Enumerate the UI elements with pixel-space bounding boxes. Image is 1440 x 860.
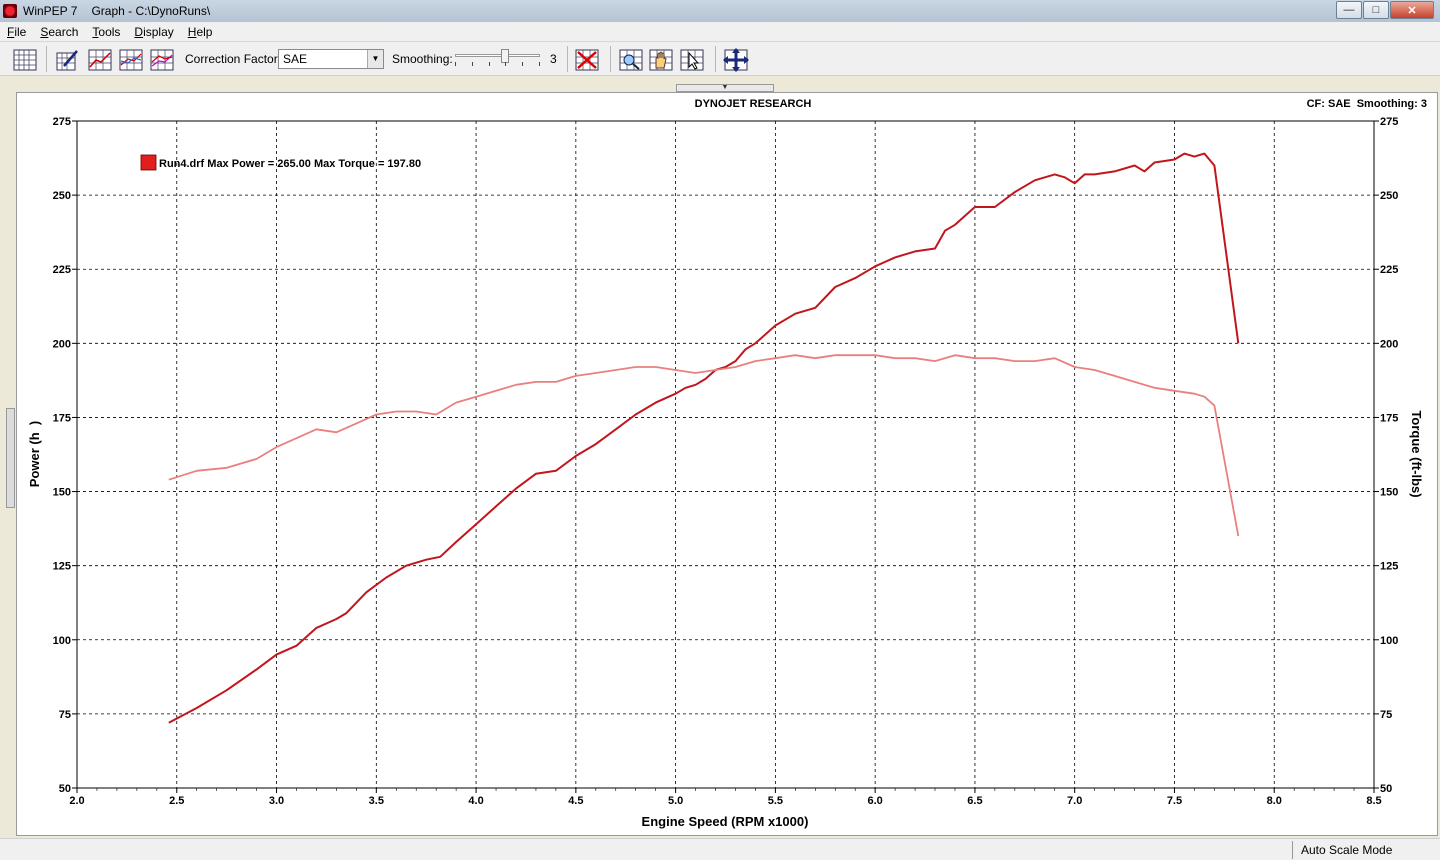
x-tick-label: 6.0	[868, 795, 883, 807]
x-tick-label: 8.0	[1267, 795, 1282, 807]
y2-axis-label: Torque (ft-lbs)	[1409, 410, 1424, 497]
y2-tick-label: 225	[1380, 264, 1398, 276]
y-tick-label: 175	[53, 412, 71, 424]
y2-tick-label: 150	[1380, 487, 1398, 499]
menu-tools[interactable]: Tools	[85, 25, 127, 39]
y2-tick-label: 175	[1380, 412, 1398, 424]
x-tick-label: 5.5	[768, 795, 783, 807]
y2-tick-label: 125	[1380, 561, 1398, 573]
x-tick-label: 3.0	[269, 795, 284, 807]
x-tick-label: 8.5	[1366, 795, 1381, 807]
graph-edit-icon[interactable]	[55, 47, 81, 73]
minimize-button[interactable]: —	[1336, 1, 1362, 19]
status-mode: Auto Scale Mode	[1292, 841, 1440, 859]
status-bar: Auto Scale Mode	[0, 838, 1440, 860]
x-tick-label: 2.5	[169, 795, 184, 807]
collapse-toolbar-tab[interactable]: ▼	[676, 84, 774, 92]
left-panel-tab[interactable]	[6, 408, 15, 508]
y-axis-label: Power (h )	[27, 421, 42, 487]
app-icon	[3, 4, 17, 18]
y2-tick-label: 75	[1380, 709, 1392, 721]
zoom-icon[interactable]	[618, 47, 644, 73]
x-tick-label: 3.5	[369, 795, 384, 807]
y-tick-label: 250	[53, 190, 71, 202]
app-name: WinPEP 7	[23, 4, 78, 18]
y-tick-label: 150	[53, 487, 71, 499]
y-tick-label: 100	[53, 635, 71, 647]
y2-tick-label: 50	[1380, 783, 1392, 795]
graph-panel: DYNOJET RESEARCH CF: SAE Smoothing: 3 2.…	[16, 92, 1438, 836]
legend-text: Run4.drf Max Power = 265.00 Max Torque =…	[159, 158, 421, 170]
correction-factor-select[interactable]: SAE ▼	[278, 49, 384, 69]
x-tick-label: 2.0	[69, 795, 84, 807]
cursor-icon[interactable]	[679, 47, 705, 73]
y2-tick-label: 200	[1380, 338, 1398, 350]
y-tick-label: 125	[53, 561, 71, 573]
x-tick-label: 7.5	[1167, 795, 1182, 807]
grid-icon[interactable]	[12, 47, 38, 73]
window-title: Graph - C:\DynoRuns\	[91, 4, 211, 18]
smoothing-label: Smoothing:	[392, 52, 453, 66]
x-tick-label: 7.0	[1067, 795, 1082, 807]
x-tick-label: 4.0	[468, 795, 483, 807]
x-tick-label: 4.5	[568, 795, 583, 807]
menu-bar: File Search Tools Display Help	[0, 22, 1440, 42]
y-tick-label: 225	[53, 264, 71, 276]
menu-file[interactable]: File	[0, 25, 33, 39]
legend-swatch	[140, 154, 157, 171]
y2-tick-label: 100	[1380, 635, 1398, 647]
slider-thumb[interactable]	[501, 49, 510, 63]
cf-smoothing-status: CF: SAE Smoothing: 3	[1307, 98, 1427, 110]
menu-search[interactable]: Search	[33, 25, 85, 39]
plot-frame	[76, 120, 1375, 789]
x-tick-label: 5.0	[668, 795, 683, 807]
title-bar: WinPEP 7 Graph - C:\DynoRuns\ — □ ✕	[0, 0, 1440, 22]
x-tick-label: 6.5	[967, 795, 982, 807]
graph-multi-icon[interactable]	[118, 47, 144, 73]
graph-overlay-icon[interactable]	[149, 47, 175, 73]
company-title: DYNOJET RESEARCH	[695, 98, 812, 110]
x-axis-label: Engine Speed (RPM x1000)	[642, 814, 809, 829]
y2-tick-label: 250	[1380, 190, 1398, 202]
move-cross-icon[interactable]	[723, 47, 749, 73]
y-tick-label: 75	[59, 709, 71, 721]
dyno-chart[interactable]: DYNOJET RESEARCH CF: SAE Smoothing: 3 2.…	[17, 93, 1437, 835]
graph-line-icon[interactable]	[87, 47, 113, 73]
y-tick-label: 200	[53, 338, 71, 350]
smoothing-value: 3	[550, 52, 557, 66]
menu-help[interactable]: Help	[181, 25, 220, 39]
y-tick-label: 275	[53, 116, 71, 128]
toolbar: Correction Factor: SAE ▼ Smoothing: 3	[0, 42, 1440, 76]
maximize-button[interactable]: □	[1363, 1, 1389, 19]
smoothing-slider[interactable]	[455, 49, 540, 68]
chevron-down-icon[interactable]: ▼	[367, 50, 383, 68]
correction-factor-label: Correction Factor:	[185, 52, 282, 66]
clear-red-x-icon[interactable]	[574, 47, 600, 73]
y2-tick-label: 275	[1380, 116, 1398, 128]
close-button[interactable]: ✕	[1390, 1, 1434, 19]
y-tick-label: 50	[59, 783, 71, 795]
pan-hand-icon[interactable]	[648, 47, 674, 73]
menu-display[interactable]: Display	[127, 25, 180, 39]
